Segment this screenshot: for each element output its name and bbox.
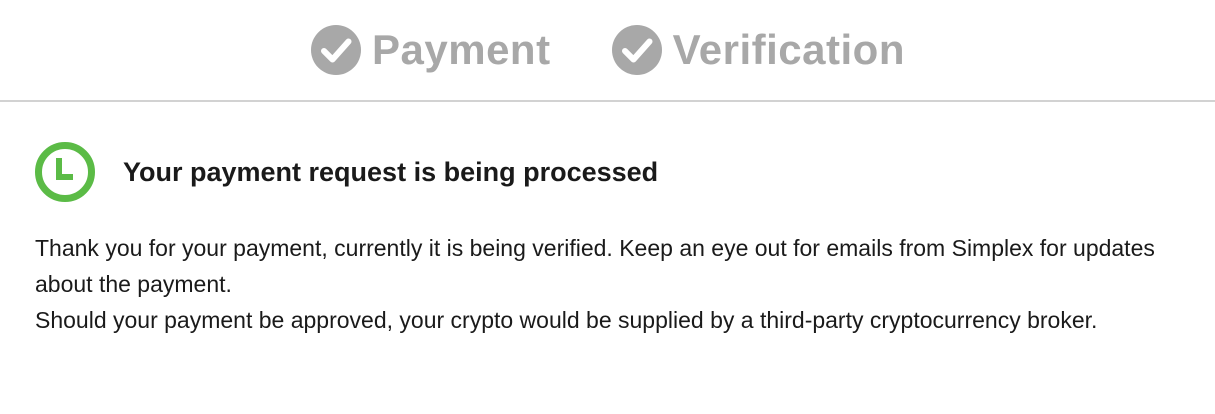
check-circle-icon	[310, 24, 362, 76]
status-title: Your payment request is being processed	[123, 156, 659, 187]
message-line-verification: Thank you for your payment, currently it…	[35, 235, 1155, 297]
progress-steps: Payment Verification	[0, 0, 1215, 102]
status-header: Your payment request is being processed	[33, 140, 658, 204]
message-line-approval: Should your payment be approved, your cr…	[35, 307, 1098, 333]
step-payment: Payment	[310, 24, 551, 76]
clock-icon	[33, 140, 97, 204]
step-label-verification: Verification	[672, 26, 905, 73]
check-circle-icon	[611, 24, 663, 76]
step-verification: Verification	[611, 24, 905, 76]
status-message: Thank you for your payment, currently it…	[35, 230, 1195, 338]
step-label-payment: Payment	[372, 26, 551, 73]
